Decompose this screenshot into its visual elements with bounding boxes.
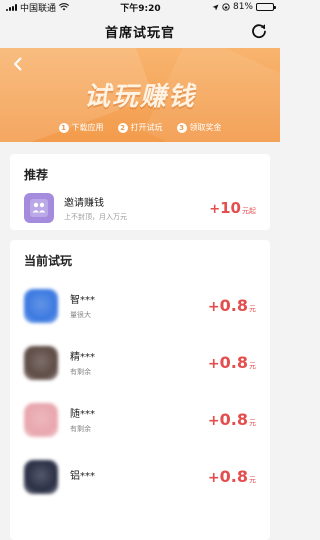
step-number: 3: [176, 122, 187, 133]
refresh-icon[interactable]: [250, 22, 268, 40]
status-time: 下午9:20: [120, 3, 161, 14]
page-title: 首席试玩官: [104, 25, 175, 41]
current-trials-card: 当前试玩 智*** 量很大 + 0.8 元 精*** 有剩余 + 0.8 元 随…: [10, 240, 270, 540]
trial-desc: 有剩余: [70, 425, 91, 433]
step-2: 2 打开试玩: [117, 122, 163, 133]
app-icon: [24, 459, 58, 494]
wifi-icon: [59, 3, 70, 11]
trial-reward: + 0.8 元: [208, 410, 256, 429]
current-title: 当前试玩: [24, 254, 73, 268]
trial-name: 精***: [70, 352, 95, 363]
app-icon: [24, 345, 58, 380]
location-icon: [212, 4, 219, 10]
reward-amount: 0.8: [219, 296, 248, 315]
invite-desc: 上不封顶，月入万元: [64, 213, 127, 221]
reward-unit: 元: [249, 362, 256, 370]
reward-unit: 元起: [242, 207, 256, 215]
users-icon: [24, 193, 54, 223]
invite-text: 邀请赚钱 上不封顶，月入万元: [64, 194, 209, 222]
trial-reward: + 0.8 元: [208, 296, 256, 315]
step-3: 3 领取奖金: [176, 122, 222, 133]
step-label: 打开试玩: [130, 123, 163, 132]
trial-desc: 有剩余: [70, 368, 91, 376]
step-number: 1: [58, 122, 69, 133]
reward-plus: +: [207, 356, 220, 372]
step-number: 2: [117, 122, 128, 133]
reward-unit: 元: [249, 305, 256, 313]
banner: 试玩赚钱 1 下载应用 2 打开试玩 3 领取奖金: [0, 48, 280, 142]
trial-item[interactable]: 随*** 有剩余 + 0.8 元: [24, 391, 256, 448]
rotation-lock-icon: [222, 3, 230, 11]
battery-percent: 81%: [232, 2, 253, 12]
app-icon: [24, 288, 58, 323]
trial-item[interactable]: 精*** 有剩余 + 0.8 元: [24, 334, 256, 391]
nav-bar: 首席试玩官: [0, 14, 280, 48]
trial-item[interactable]: 智*** 量很大 + 0.8 元: [24, 277, 256, 334]
trial-name: 铝***: [70, 471, 95, 482]
banner-title: 试玩赚钱: [83, 82, 196, 112]
trial-desc: 量很大: [70, 311, 91, 319]
trial-text: 精*** 有剩余: [70, 348, 208, 377]
reward-plus: +: [207, 413, 220, 429]
trial-text: 智*** 量很大: [70, 291, 208, 320]
status-right: 81%: [212, 2, 276, 12]
status-bar: 中国联通 下午9:20 81%: [0, 0, 280, 14]
battery-icon: [255, 3, 276, 11]
recommend-title: 推荐: [24, 168, 49, 182]
trial-name: 智***: [70, 295, 95, 306]
invite-reward: + 10 元起: [209, 199, 256, 217]
trial-name: 随***: [70, 409, 95, 420]
back-icon[interactable]: [10, 56, 26, 72]
trial-reward: + 0.8 元: [208, 353, 256, 372]
trial-text: 随*** 有剩余: [70, 405, 208, 434]
reward-amount: 10: [220, 199, 241, 217]
trial-reward: + 0.8 元: [208, 467, 256, 486]
carrier-label: 中国联通: [20, 3, 57, 14]
step-label: 领取奖金: [189, 123, 222, 132]
step-1: 1 下载应用: [58, 122, 104, 133]
recommend-card: 推荐 邀请赚钱 上不封顶，月入万元 + 10 元起: [10, 154, 270, 230]
reward-unit: 元: [249, 419, 256, 427]
reward-plus: +: [207, 299, 220, 315]
app-icon: [24, 402, 58, 437]
reward-unit: 元: [249, 476, 256, 484]
status-left: 中国联通: [6, 1, 70, 14]
reward-amount: 0.8: [219, 467, 248, 486]
trial-list: 智*** 量很大 + 0.8 元 精*** 有剩余 + 0.8 元 随*** 有…: [24, 277, 256, 505]
steps: 1 下载应用 2 打开试玩 3 领取奖金: [0, 122, 280, 133]
trial-item[interactable]: 铝*** + 0.8 元: [24, 448, 256, 505]
trial-text: 铝***: [70, 467, 208, 486]
step-label: 下载应用: [71, 123, 104, 132]
reward-amount: 0.8: [219, 410, 248, 429]
reward-amount: 0.8: [219, 353, 248, 372]
reward-plus: +: [207, 470, 220, 486]
signal-icon: [6, 4, 17, 11]
reward-plus: +: [209, 202, 221, 217]
invite-name: 邀请赚钱: [64, 198, 104, 209]
invite-item[interactable]: 邀请赚钱 上不封顶，月入万元 + 10 元起: [24, 193, 256, 223]
